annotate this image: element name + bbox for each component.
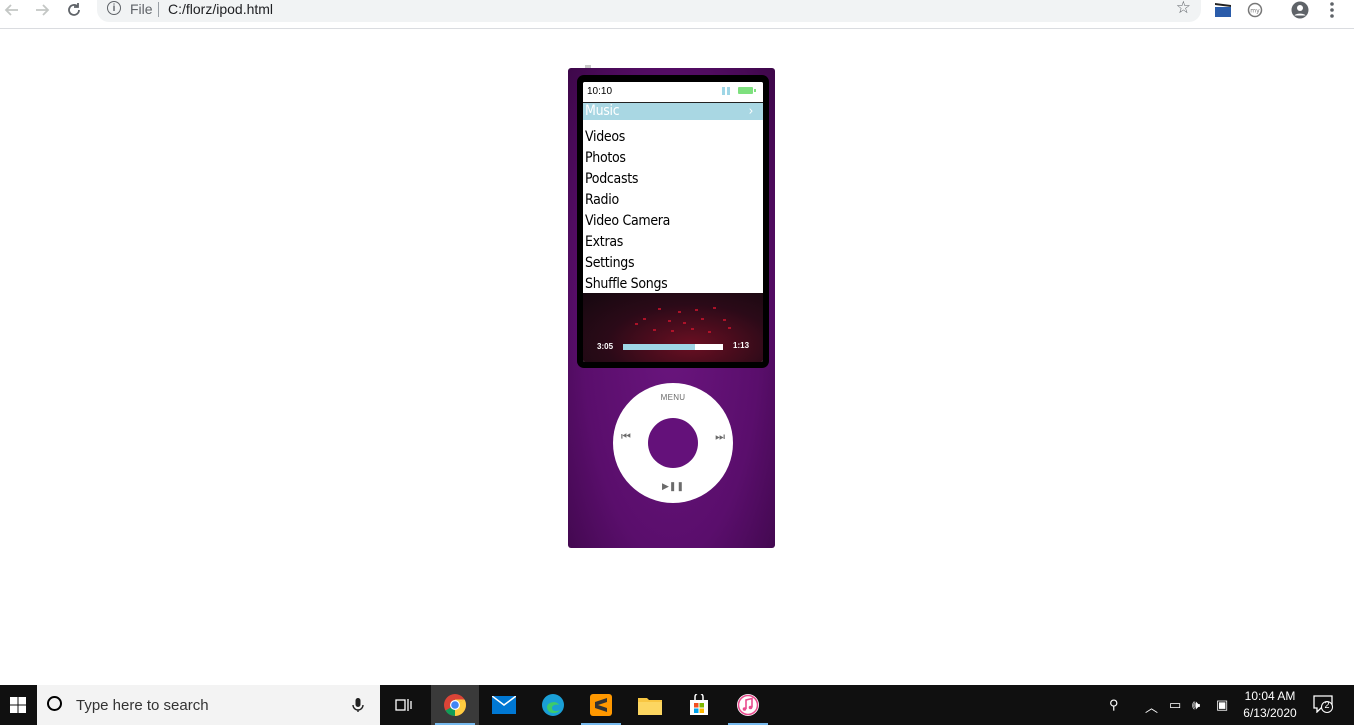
ipod-device: 10:10 Music › Videos Photos Podcasts Rad… xyxy=(568,68,775,548)
mail-icon[interactable] xyxy=(480,685,528,725)
menu-item-podcasts[interactable]: Podcasts xyxy=(583,169,763,190)
main-menu: Music › Videos Photos Podcasts Radio Vid… xyxy=(583,103,763,295)
notification-count: 2 xyxy=(1324,700,1330,710)
pause-indicator-icon xyxy=(722,87,730,95)
menu-item-settings[interactable]: Settings xyxy=(583,253,763,274)
menu-item-music[interactable]: Music › xyxy=(583,103,763,120)
now-playing-panel: 3:05 1:13 xyxy=(583,293,763,362)
battery-icon xyxy=(738,87,756,94)
extension-badge-icon[interactable]: my xyxy=(1246,1,1264,19)
microsoft-store-icon[interactable] xyxy=(675,685,723,725)
status-bar: 10:10 xyxy=(583,82,763,103)
menu-item-label: Shuffle Songs xyxy=(585,276,668,292)
next-track-icon[interactable]: ⏭ xyxy=(715,431,725,444)
menu-item-label: Music xyxy=(585,103,620,119)
menu-item-photos[interactable]: Photos xyxy=(583,148,763,169)
url-text[interactable]: C:/florz/ipod.html xyxy=(168,1,273,17)
menu-item-videos[interactable]: Videos xyxy=(583,127,763,148)
menu-item-label: Video Camera xyxy=(585,213,671,229)
taskbar-clock[interactable]: 10:04 AM 6/13/2020 xyxy=(1238,688,1302,722)
profile-avatar-icon[interactable] xyxy=(1291,1,1309,19)
menu-item-label: Settings xyxy=(585,255,635,271)
action-center-icon[interactable]: 2 xyxy=(1313,695,1333,714)
menu-item-shuffle-songs[interactable]: Shuffle Songs xyxy=(583,274,763,295)
volume-icon[interactable]: 🕪 xyxy=(1192,697,1200,713)
play-pause-icon[interactable]: ▶❚❚ xyxy=(613,481,733,492)
menu-item-label: Podcasts xyxy=(585,171,639,187)
edge-icon[interactable] xyxy=(529,685,577,725)
file-explorer-icon[interactable] xyxy=(626,685,674,725)
forward-icon[interactable] xyxy=(32,0,52,20)
back-icon[interactable] xyxy=(2,0,22,20)
clapperboard-extension-icon[interactable] xyxy=(1214,1,1232,19)
microphone-icon[interactable] xyxy=(350,697,366,713)
remaining-time: 1:13 xyxy=(733,341,750,350)
status-clock: 10:10 xyxy=(587,86,613,97)
center-select-button[interactable] xyxy=(648,418,698,468)
sublime-text-icon[interactable] xyxy=(577,685,625,725)
file-label: File xyxy=(130,1,153,17)
windows-start-icon[interactable] xyxy=(0,685,36,725)
site-info-icon[interactable]: i xyxy=(107,1,121,15)
chevron-up-icon[interactable]: ︿ xyxy=(1145,697,1158,716)
browser-toolbar: i File C:/florz/ipod.html ☆ my xyxy=(0,0,1354,29)
windows-taskbar: Type here to search ⚲ ︿ ▭ 🕪 ▣ 10:04 AM 6… xyxy=(0,685,1354,725)
menu-item-label: Extras xyxy=(585,234,623,250)
itunes-icon[interactable] xyxy=(724,685,772,725)
omnibox-divider xyxy=(158,2,159,17)
progress-bar[interactable] xyxy=(623,344,723,350)
menu-item-extras[interactable]: Extras xyxy=(583,232,763,253)
taskbar-search-box[interactable]: Type here to search xyxy=(37,685,380,725)
search-placeholder: Type here to search xyxy=(76,697,209,714)
chevron-right-icon: › xyxy=(748,104,754,119)
network-icon[interactable]: ▣ xyxy=(1216,697,1228,713)
menu-item-video-camera[interactable]: Video Camera xyxy=(583,211,763,232)
people-icon[interactable]: ⚲ xyxy=(1109,697,1119,713)
menu-item-radio[interactable]: Radio xyxy=(583,190,763,211)
more-menu-icon[interactable] xyxy=(1323,1,1341,19)
cortana-icon xyxy=(47,696,62,711)
progress-fill xyxy=(623,344,695,350)
screen-bezel: 10:10 Music › Videos Photos Podcasts Rad… xyxy=(577,75,769,368)
reload-icon[interactable] xyxy=(64,0,84,20)
menu-item-label: Radio xyxy=(585,192,619,208)
address-bar[interactable]: i File C:/florz/ipod.html ☆ xyxy=(97,0,1201,22)
menu-button[interactable]: MENU xyxy=(613,393,733,402)
tray-time: 10:04 AM xyxy=(1244,689,1296,703)
task-view-icon[interactable] xyxy=(380,685,428,725)
previous-track-icon[interactable]: ⏮ xyxy=(621,431,631,444)
click-wheel[interactable]: MENU ⏮ ⏭ ▶❚❚ xyxy=(613,383,733,503)
menu-item-label: Videos xyxy=(585,129,626,145)
ipod-screen: 10:10 Music › Videos Photos Podcasts Rad… xyxy=(583,82,763,362)
battery-tray-icon[interactable]: ▭ xyxy=(1169,697,1181,713)
bookmark-star-icon[interactable]: ☆ xyxy=(1176,0,1191,18)
chrome-taskbar-icon[interactable] xyxy=(431,685,479,725)
tray-date: 6/13/2020 xyxy=(1243,706,1297,720)
menu-item-label: Photos xyxy=(585,150,626,166)
elapsed-time: 3:05 xyxy=(597,342,614,351)
svg-text:my: my xyxy=(1250,8,1260,15)
